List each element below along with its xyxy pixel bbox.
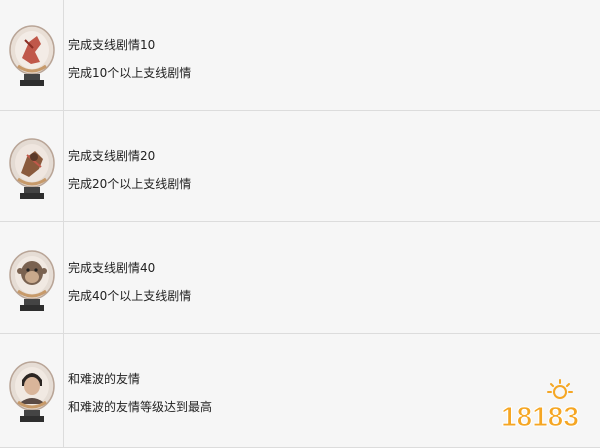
watermark-logo: 18183 [501,379,579,433]
sun-logo-icon [547,379,573,399]
achievement-description: 完成40个以上支线剧情 [68,289,192,303]
table-row: 完成支线剧情40 完成40个以上支线剧情 [0,222,600,334]
icon-cell [0,0,64,110]
trophy-monkey-icon [9,250,55,311]
icon-cell [0,111,64,221]
achievement-title: 完成支线剧情10 [68,38,156,52]
text-cell: 完成支线剧情10 完成10个以上支线剧情 [64,0,600,110]
trophy-portrait-icon [9,361,55,422]
trophy-red-figure-icon [9,25,55,86]
achievement-title: 完成支线剧情20 [68,149,156,163]
watermark-text: 18183 [501,401,579,432]
achievement-title: 和难波的友情 [68,372,141,386]
trophy-warrior-icon [9,138,55,199]
table-row: 完成支线剧情20 完成20个以上支线剧情 [0,111,600,222]
table-row: 完成支线剧情10 完成10个以上支线剧情 [0,0,600,111]
achievement-description: 完成10个以上支线剧情 [68,66,192,80]
achievement-description: 和难波的友情等级达到最高 [68,400,213,414]
text-cell: 完成支线剧情20 完成20个以上支线剧情 [64,111,600,221]
icon-cell [0,222,64,333]
achievement-description: 完成20个以上支线剧情 [68,177,192,191]
icon-cell [0,334,64,447]
achievement-title: 完成支线剧情40 [68,261,156,275]
text-cell: 完成支线剧情40 完成40个以上支线剧情 [64,222,600,333]
